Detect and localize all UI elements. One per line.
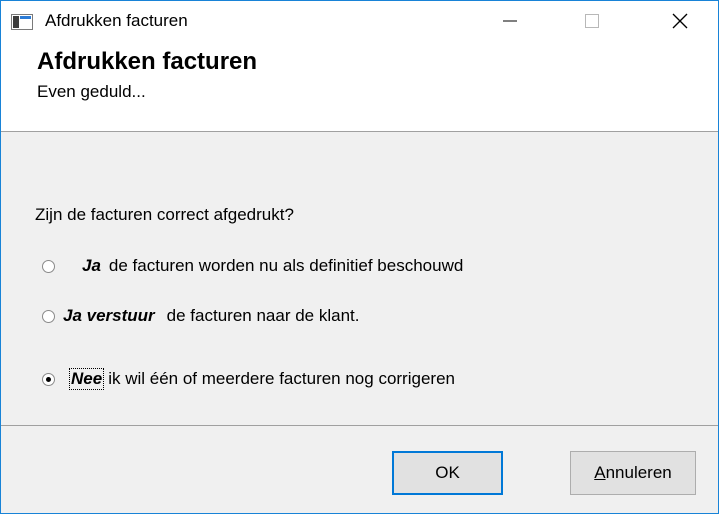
radio-ja-verstuur[interactable]	[42, 309, 55, 323]
cancel-mnemonic: A	[594, 463, 606, 482]
option-nee-key: Nee	[69, 368, 105, 390]
option-ja-key: Ja	[82, 256, 101, 275]
footer-divider	[1, 425, 718, 426]
minimize-icon	[503, 20, 517, 22]
radio-nee[interactable]	[42, 372, 55, 386]
ok-button[interactable]: OK	[392, 451, 503, 495]
cancel-label: nnuleren	[605, 463, 672, 482]
option-nee-text: ik wil één of meerdere facturen nog corr…	[108, 369, 455, 388]
maximize-button[interactable]	[563, 1, 621, 41]
close-button[interactable]	[651, 1, 709, 41]
title-bar[interactable]: Afdrukken facturen	[1, 1, 718, 41]
option-ja[interactable]: Ja de facturen worden nu als definitief …	[42, 256, 463, 276]
cancel-button[interactable]: Annuleren	[570, 451, 696, 495]
option-ja-verstuur[interactable]: Ja verstuur de facturen naar de klant.	[42, 306, 359, 326]
app-icon	[11, 14, 33, 30]
option-ja-text: de facturen worden nu als definitief bes…	[108, 256, 464, 275]
close-icon	[672, 13, 688, 29]
window-title: Afdrukken facturen	[45, 11, 188, 30]
header-subtitle: Even geduld...	[37, 82, 146, 101]
option-nee[interactable]: Nee ik wil één of meerdere facturen nog …	[42, 368, 455, 390]
option-ja-verstuur-text: de facturen naar de klant.	[166, 306, 360, 325]
minimize-button[interactable]	[481, 1, 539, 41]
header-title: Afdrukken facturen	[37, 48, 258, 75]
option-ja-verstuur-key: Ja verstuur	[63, 306, 155, 325]
question-label: Zijn de facturen correct afgedrukt?	[35, 205, 294, 224]
dialog-window: Afdrukken facturen Afdrukken facturen Ev…	[0, 0, 719, 514]
maximize-icon	[585, 14, 599, 28]
radio-ja[interactable]	[42, 259, 55, 273]
